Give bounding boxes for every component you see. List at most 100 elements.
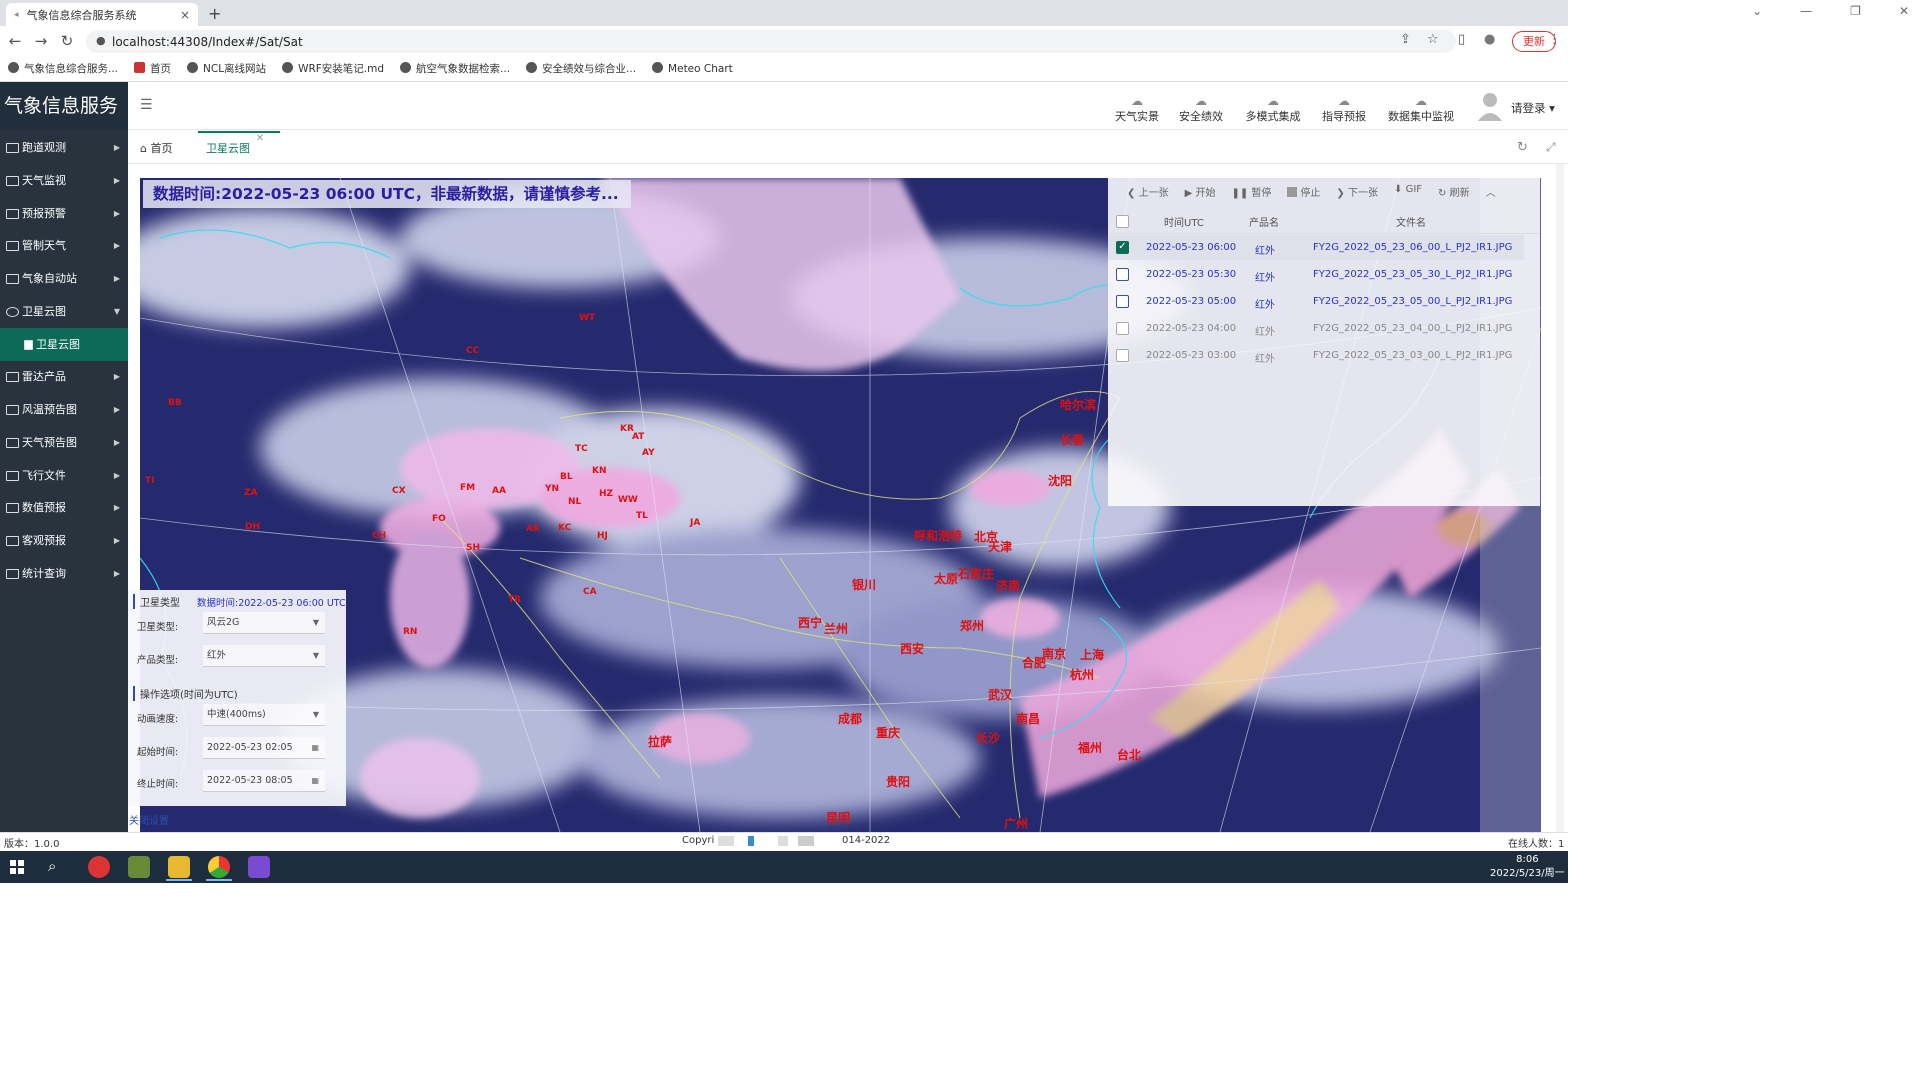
search-icon[interactable]: ⌕ (48, 857, 56, 875)
minimize-icon[interactable]: — (1800, 4, 1812, 18)
row-file[interactable]: FY2G_2022_05_23_05_30_L_PJ2_IR1.JPG (1313, 269, 1512, 280)
forward-icon[interactable]: → (28, 32, 54, 50)
row-product[interactable]: 红外 (1255, 323, 1275, 338)
row-file[interactable]: FY2G_2022_05_23_04_00_L_PJ2_IR1.JPG (1313, 323, 1512, 334)
nav-weather-live[interactable]: ☁ 天气实景 (1110, 94, 1164, 124)
row-time[interactable]: 2022-05-23 06:00 (1146, 242, 1236, 253)
row-product[interactable]: 红外 (1255, 242, 1275, 257)
browser-tab[interactable]: ◂ 气象信息综合服务系统 × (6, 3, 198, 26)
bookmark-item[interactable]: NCL离线网站 (187, 61, 266, 76)
bookmark-item[interactable]: 安全绩效与综合业... (526, 61, 636, 76)
bookmark-item[interactable]: 首页 (134, 61, 171, 76)
sidebar-item-radar[interactable]: 雷达产品 ▶ (0, 360, 128, 393)
row-time[interactable]: 2022-05-23 05:00 (1146, 296, 1236, 307)
bookmark-star-icon[interactable]: ☆ (1427, 32, 1439, 47)
chevron-right-icon: ▶ (113, 503, 120, 512)
windows-start-icon[interactable] (10, 860, 24, 874)
pause-icon: ❚❚ (1231, 188, 1249, 199)
play-icon: ▶ (1184, 188, 1193, 199)
sat-type-select[interactable]: 风云2G ▼ (203, 612, 325, 634)
product-type-select[interactable]: 红外 ▼ (203, 645, 325, 667)
user-avatar-icon[interactable] (1477, 91, 1503, 121)
nav-safety[interactable]: ☁ 安全绩效 (1174, 94, 1228, 124)
sidebar-item-atc-weather[interactable]: 管制天气 ▶ (0, 229, 128, 262)
prev-button[interactable]: ❮ 上一张 (1127, 184, 1169, 199)
sidebar-item-nwp[interactable]: 数值预报 ▶ (0, 491, 128, 524)
app-icon[interactable] (128, 856, 150, 878)
info-icon[interactable]: ● (96, 34, 106, 47)
row-time[interactable]: 2022-05-23 05:30 (1146, 269, 1236, 280)
row-product[interactable]: 红外 (1255, 269, 1275, 284)
row-checkbox[interactable] (1116, 349, 1129, 362)
sidebar-item-flight-docs[interactable]: 飞行文件 ▶ (0, 459, 128, 492)
row-checkbox[interactable] (1116, 295, 1129, 308)
nav-guidance[interactable]: ☁ 指导预报 (1316, 94, 1372, 124)
bookmark-item[interactable]: WRF安装笔记.md (282, 61, 384, 76)
pause-button[interactable]: ❚❚ 暂停 (1231, 184, 1271, 199)
tab-home[interactable]: ⌂ 首页 (140, 140, 172, 156)
page-scrollbar[interactable] (1556, 164, 1564, 832)
next-button[interactable]: ❯ 下一张 (1336, 184, 1378, 199)
bookmark-item[interactable]: 气象信息综合服务... (8, 61, 118, 76)
stop-icon (1287, 187, 1298, 197)
sidebar-item-warning[interactable]: 预报预警 ▶ (0, 197, 128, 230)
bookmark-item[interactable]: 航空气象数据检索... (400, 61, 510, 76)
row-checkbox[interactable] (1116, 268, 1129, 281)
row-product[interactable]: 红外 (1255, 350, 1275, 365)
gif-button[interactable]: ⬇ GIF (1394, 184, 1422, 199)
nav-data-monitor[interactable]: ☁ 数据集中监视 (1382, 94, 1460, 124)
system-clock[interactable]: 8:06 2022/5/23/周一 (1490, 853, 1565, 881)
visual-studio-icon[interactable] (248, 856, 270, 878)
sidepanel-icon[interactable]: ▯ (1458, 32, 1465, 47)
row-checkbox[interactable] (1116, 322, 1129, 335)
sidebar-item-auto-station[interactable]: 气象自动站 ▶ (0, 262, 128, 295)
tab-search-icon[interactable]: ⌄ (1752, 4, 1762, 18)
menu-icon[interactable]: ⋮ (1548, 32, 1561, 47)
restore-icon[interactable]: ❐ (1850, 4, 1861, 18)
sidebar-item-satellite[interactable]: 卫星云图 ▼ (0, 295, 128, 328)
refresh-button[interactable]: ↻ 刷新 (1438, 184, 1470, 199)
sidebar-item-runway[interactable]: 跑道观测 ▶ (0, 131, 128, 164)
tab-satellite[interactable]: 卫星云图 ✕ (198, 131, 280, 164)
chevron-down-icon: ▼ (113, 307, 120, 316)
sidebar-item-weather-chart[interactable]: 天气预告图 ▶ (0, 426, 128, 459)
tab-close-icon[interactable]: × (180, 8, 190, 22)
row-checkbox[interactable]: ✓ (1116, 241, 1129, 254)
collapse-icon[interactable]: ︿ (1486, 184, 1496, 199)
start-time-input[interactable]: 2022-05-23 02:05 ▦ (203, 737, 325, 759)
reload-icon[interactable]: ↻ (54, 32, 80, 50)
close-settings-link[interactable]: 关闭设置 (129, 812, 169, 827)
row-time[interactable]: 2022-05-23 04:00 (1146, 323, 1236, 334)
bookmark-item[interactable]: Meteo Chart (652, 62, 733, 75)
close-window-icon[interactable]: ✕ (1899, 4, 1909, 18)
back-icon[interactable]: ← (2, 32, 28, 50)
hamburger-icon[interactable]: ☰ (140, 97, 153, 113)
stop-button[interactable]: 停止 (1287, 184, 1320, 199)
sidebar-subitem-satellite[interactable]: 卫星云图 (0, 328, 128, 361)
end-time-input[interactable]: 2022-05-23 08:05 ▦ (203, 770, 325, 792)
sidebar-item-statistics[interactable]: 统计查询 ▶ (0, 557, 128, 590)
row-file[interactable]: FY2G_2022_05_23_06_00_L_PJ2_IR1.JPG (1313, 242, 1512, 253)
nav-multimodel[interactable]: ☁ 多模式集成 (1240, 94, 1306, 124)
row-time[interactable]: 2022-05-23 03:00 (1146, 350, 1236, 361)
share-icon[interactable]: ⇪ (1400, 32, 1411, 47)
refresh-icon[interactable]: ↻ (1517, 140, 1528, 155)
browser-app-icon[interactable] (88, 856, 110, 878)
row-file[interactable]: FY2G_2022_05_23_05_00_L_PJ2_IR1.JPG (1313, 296, 1512, 307)
speed-select[interactable]: 中速(400ms) ▼ (203, 704, 325, 726)
new-tab-button[interactable]: + (208, 4, 221, 23)
select-all-checkbox[interactable] (1116, 215, 1129, 228)
file-explorer-icon[interactable] (168, 856, 190, 878)
sidebar-item-objective[interactable]: 客观预报 ▶ (0, 524, 128, 557)
sidebar-item-wind-temp[interactable]: 风温预告图 ▶ (0, 393, 128, 426)
row-product[interactable]: 红外 (1255, 296, 1275, 311)
url-field[interactable]: ● localhost:44308/Index#/Sat/Sat (86, 30, 1456, 53)
city-label: 南昌 (1016, 712, 1041, 726)
profile-icon[interactable]: ● (1484, 32, 1495, 47)
chrome-icon[interactable] (208, 856, 230, 878)
play-button[interactable]: ▶ 开始 (1185, 184, 1216, 199)
sidebar-item-weather-watch[interactable]: 天气监视 ▶ (0, 164, 128, 197)
fullscreen-icon[interactable]: ⤢ (1546, 140, 1556, 155)
login-dropdown[interactable]: 请登录 ▾ (1511, 100, 1555, 116)
row-file[interactable]: FY2G_2022_05_23_03_00_L_PJ2_IR1.JPG (1313, 350, 1512, 361)
